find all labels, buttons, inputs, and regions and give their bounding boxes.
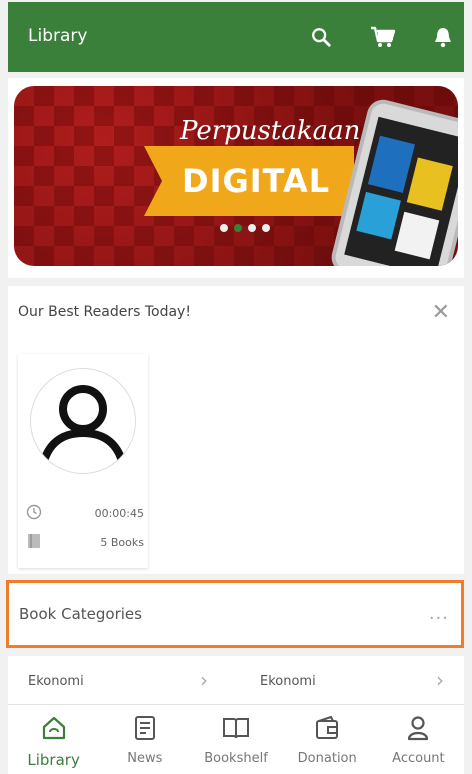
carousel-dot-active[interactable] (234, 224, 242, 232)
chevron-right-icon[interactable]: › (200, 668, 208, 692)
book-icon (222, 715, 250, 745)
user-icon (406, 715, 430, 745)
nav-label: Library (27, 751, 80, 769)
nav-library[interactable]: Library (8, 705, 99, 774)
banner-section: Perpustakaan DIGITAL (8, 78, 464, 278)
search-icon[interactable] (304, 20, 338, 54)
nav-news[interactable]: News (99, 705, 190, 774)
nav-label: Donation (297, 751, 357, 766)
avatar (30, 368, 136, 474)
category-item[interactable]: Ekonomi (260, 674, 316, 689)
best-readers-section: Our Best Readers Today! ✕ 00:00:45 5 Boo… (8, 286, 464, 574)
reading-time: 00:00:45 (94, 507, 144, 520)
banner-script-text: Perpustakaan (180, 116, 361, 146)
wallet-icon (314, 715, 340, 745)
books-count: 5 Books (100, 536, 144, 549)
books-icon (26, 532, 42, 553)
carousel-dots[interactable] (220, 224, 270, 232)
close-icon[interactable]: ✕ (432, 300, 450, 325)
home-icon (41, 715, 67, 745)
carousel-dot[interactable] (262, 224, 270, 232)
nav-account[interactable]: Account (373, 705, 464, 774)
news-icon (133, 715, 157, 745)
nav-bookshelf[interactable]: Bookshelf (190, 705, 281, 774)
carousel-dot[interactable] (220, 224, 228, 232)
app-bar: Library (8, 2, 464, 72)
more-icon[interactable]: ... (429, 603, 449, 624)
book-categories-header[interactable]: Book Categories ... (6, 580, 464, 648)
nav-label: Account (392, 751, 445, 766)
chevron-right-icon[interactable]: › (436, 668, 444, 692)
cart-icon[interactable] (366, 20, 400, 54)
nav-donation[interactable]: Donation (282, 705, 373, 774)
bell-icon[interactable] (426, 20, 460, 54)
category-item[interactable]: Ekonomi (28, 674, 84, 689)
banner-title: DIGITAL (182, 162, 331, 200)
bottom-navigation: Library News Bookshelf Donation Account (8, 704, 464, 774)
categories-title: Book Categories (19, 605, 142, 623)
reader-card[interactable]: 00:00:45 5 Books (18, 354, 148, 568)
promo-banner[interactable]: Perpustakaan DIGITAL (14, 86, 458, 266)
carousel-dot[interactable] (248, 224, 256, 232)
nav-label: News (127, 751, 163, 766)
nav-label: Bookshelf (204, 751, 268, 766)
clock-icon (26, 504, 42, 523)
best-readers-title: Our Best Readers Today! (18, 304, 191, 320)
app-title: Library (28, 26, 88, 46)
